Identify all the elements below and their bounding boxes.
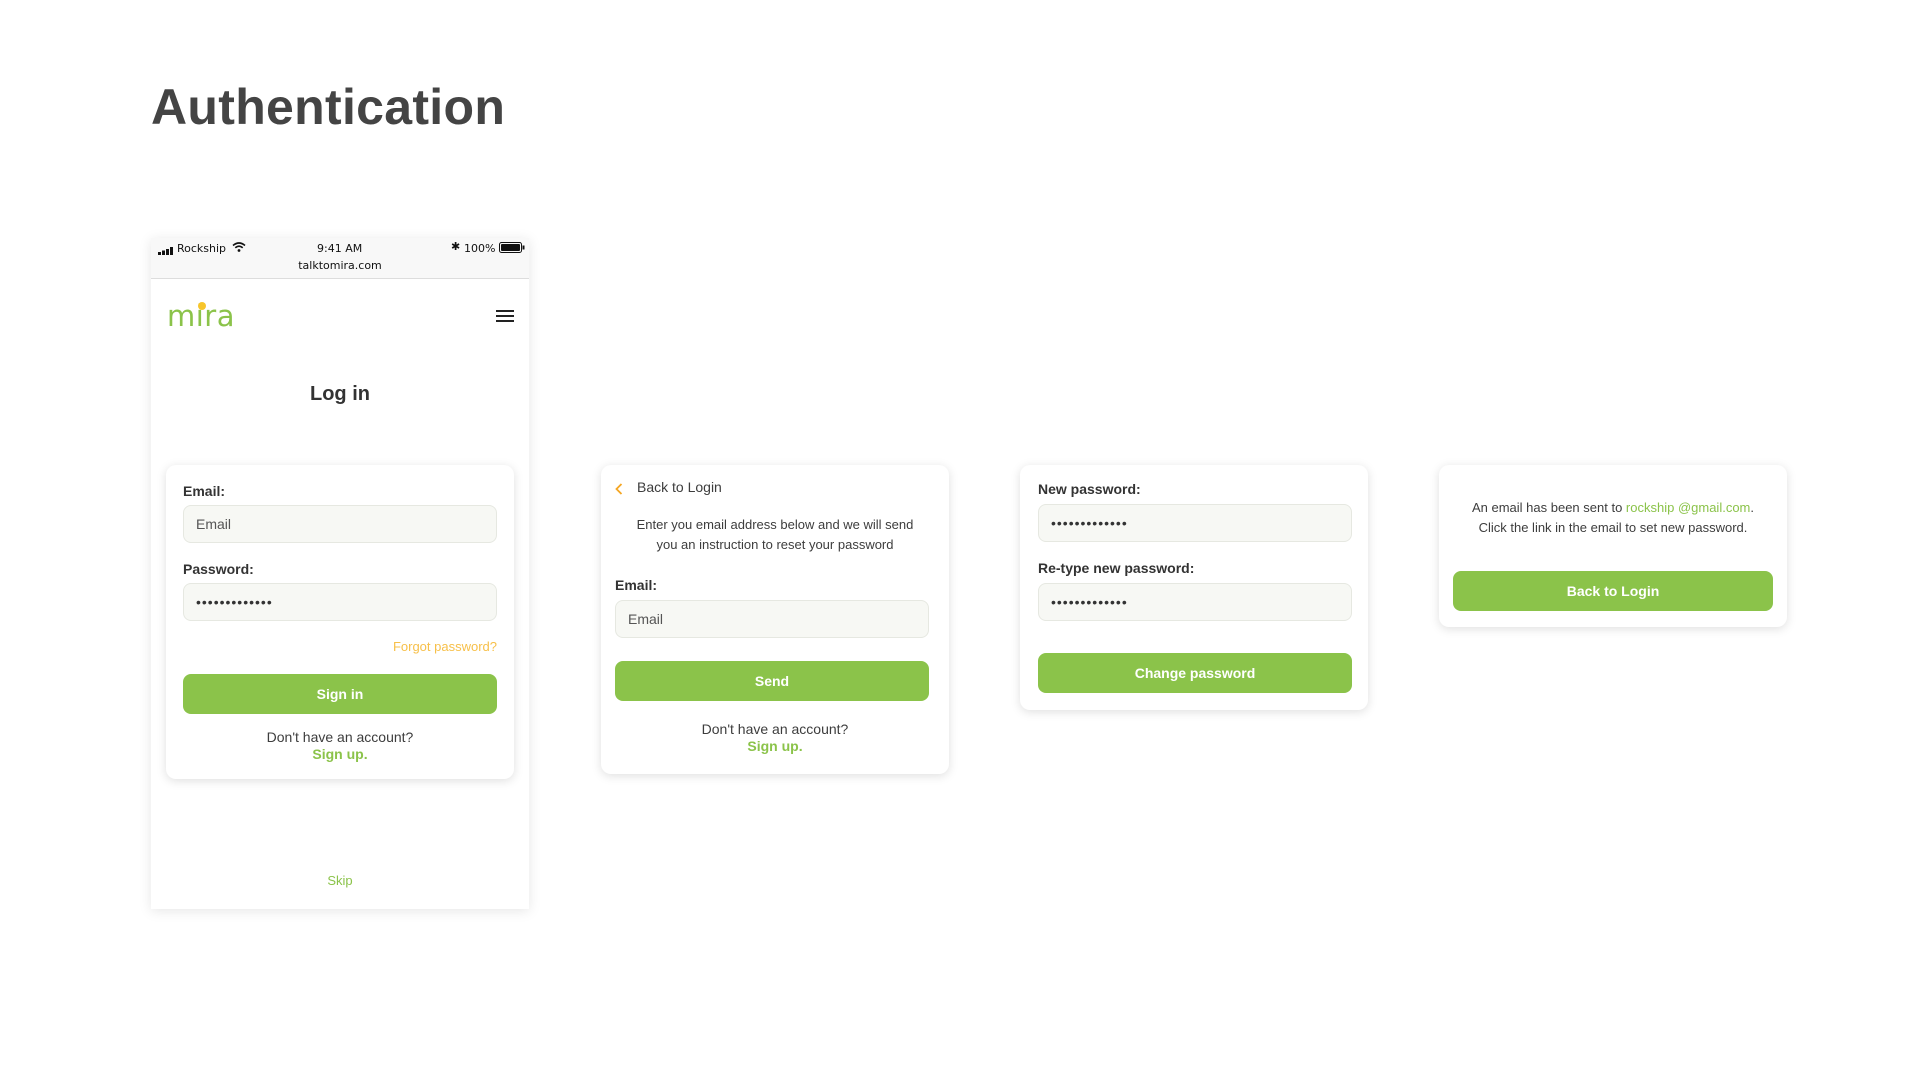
new-password-label: New password: xyxy=(1038,481,1141,497)
back-to-login-label: Back to Login xyxy=(637,479,722,495)
instruction-line-1: Enter you email address below and we wil… xyxy=(636,517,914,532)
login-heading: Log in xyxy=(310,383,370,405)
email-label: Email: xyxy=(183,483,226,499)
forgot-password-link[interactable]: Forgot password? xyxy=(393,639,497,654)
no-account-text: Don't have an account? xyxy=(266,729,414,745)
send-button[interactable]: Send xyxy=(615,661,929,701)
status-bar: Rockship 9:41 AM ✱ 100% talktomira.com xyxy=(151,238,529,279)
chevron-left-icon xyxy=(615,482,623,500)
sign-in-button[interactable]: Sign in xyxy=(183,674,497,714)
email-label: Email: xyxy=(615,577,658,593)
email-sent-message: An email has been sent to rockship @gmai… xyxy=(1439,500,1787,515)
login-card: Email: Email Password: ••••••••••••• For… xyxy=(166,465,514,779)
battery-percent: 100% xyxy=(464,242,496,255)
password-input[interactable]: ••••••••••••• xyxy=(183,583,497,621)
carrier-name: Rockship xyxy=(177,242,227,255)
forgot-password-card: Back to Login Enter you email address be… xyxy=(601,465,949,774)
new-password-input[interactable]: ••••••••••••• xyxy=(1038,504,1352,542)
status-time: 9:41 AM xyxy=(317,242,363,255)
reset-password-card: New password: ••••••••••••• Re-type new … xyxy=(1020,465,1368,710)
instruction-line-2: you an instruction to reset your passwor… xyxy=(656,537,894,552)
sent-email-address: rockship @gmail.com xyxy=(1625,500,1751,515)
signal-icon xyxy=(158,245,174,258)
browser-url[interactable]: talktomira.com xyxy=(151,259,529,272)
battery-icon xyxy=(499,242,525,256)
mira-logo[interactable]: mira xyxy=(167,298,247,334)
wifi-icon xyxy=(232,242,246,255)
bluetooth-icon: ✱ xyxy=(451,240,461,253)
email-input[interactable]: Email xyxy=(615,600,929,638)
skip-link[interactable]: Skip xyxy=(151,873,529,888)
email-sent-suffix: . xyxy=(1750,500,1754,515)
menu-icon[interactable] xyxy=(495,308,515,324)
email-sent-prefix: An email has been sent to xyxy=(1471,500,1626,515)
retype-password-label: Re-type new password: xyxy=(1038,560,1195,576)
password-label: Password: xyxy=(183,561,254,577)
change-password-button[interactable]: Change password xyxy=(1038,653,1352,693)
sign-up-link[interactable]: Sign up. xyxy=(601,738,949,754)
email-sent-card: An email has been sent to rockship @gmai… xyxy=(1439,465,1787,627)
retype-password-input[interactable]: ••••••••••••• xyxy=(1038,583,1352,621)
no-account-text: Don't have an account? xyxy=(701,721,849,737)
phone-mockup: Rockship 9:41 AM ✱ 100% talktomira.com m… xyxy=(151,238,529,909)
email-sent-instruction: Click the link in the email to set new p… xyxy=(1478,520,1748,535)
sign-up-link[interactable]: Sign up. xyxy=(166,746,514,762)
logo-dot-icon xyxy=(198,302,206,310)
email-input[interactable]: Email xyxy=(183,505,497,543)
page-title: Authentication xyxy=(151,79,506,135)
back-to-login-button[interactable]: Back to Login xyxy=(1453,571,1773,611)
